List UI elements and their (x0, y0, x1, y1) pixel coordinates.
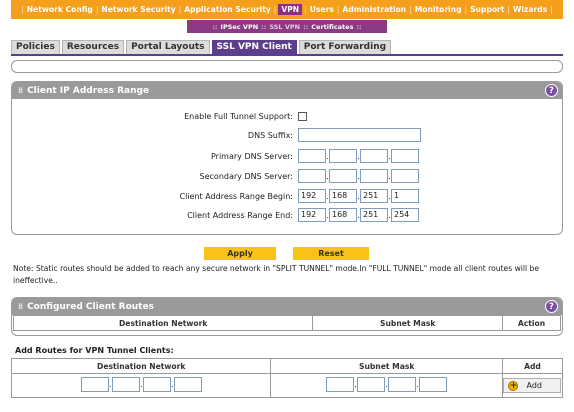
reset-button[interactable]: Reset (293, 247, 369, 260)
new-route-destination-cell: . . . (10, 373, 272, 398)
primary-dns-octet-1[interactable] (298, 149, 326, 163)
nav-administration[interactable]: Administration (341, 5, 407, 14)
add-col-destination: Destination Network (10, 358, 272, 374)
primary-dns-row: Primary DNS Server: . . . (12, 148, 419, 164)
tab-resources[interactable]: Resources (61, 40, 125, 54)
grip-icon: ⁞⁞ (18, 302, 23, 311)
new-dest-octet-4[interactable] (173, 377, 202, 392)
dns-suffix-row: DNS Suffix: (12, 127, 421, 143)
primary-dns-octet-2[interactable] (329, 149, 357, 163)
range-begin-octet-3[interactable]: 251 (360, 189, 388, 203)
add-route-button[interactable]: + Add (503, 378, 562, 393)
new-route-subnet-cell: . . . (270, 373, 503, 398)
nav-application-security[interactable]: Application Security (183, 5, 272, 14)
range-begin-row: Client Address Range Begin: 192 . 168 . … (12, 188, 419, 204)
nav-users[interactable]: Users (309, 5, 335, 14)
plus-icon: + (508, 380, 519, 391)
range-begin-label: Client Address Range Begin: (179, 191, 293, 201)
secondary-dns-label: Secondary DNS Server: (199, 171, 293, 181)
secondary-dns-octet-3[interactable] (360, 169, 388, 183)
add-routes-title: Add Routes for VPN Tunnel Clients: (15, 346, 174, 355)
client-routes-table: Destination Network Subnet Mask Action (12, 315, 561, 331)
range-end-octet-2[interactable]: 168 (329, 208, 357, 222)
message-strip (11, 60, 563, 73)
client-ip-title: Client IP Address Range (27, 85, 150, 96)
subnav-ssl-vpn[interactable]: SSL VPN (269, 23, 300, 31)
subnav-ipsec-vpn[interactable]: IPSec VPN (221, 23, 259, 31)
col-destination-network: Destination Network (12, 315, 314, 331)
help-icon[interactable]: ? (545, 84, 558, 97)
client-ip-header: ⁞⁞ Client IP Address Range ? (12, 82, 562, 99)
dns-suffix-input[interactable] (298, 128, 421, 142)
range-end-octet-4[interactable]: 254 (391, 208, 419, 222)
nav-wizards[interactable]: Wizards (512, 5, 548, 14)
new-dest-octet-1[interactable] (80, 377, 109, 392)
add-action-cell: + Add (501, 373, 564, 398)
top-nav: | Network Config | Network Security | Ap… (11, 0, 563, 19)
add-col-subnet: Subnet Mask (270, 358, 503, 374)
tab-underline (11, 54, 563, 56)
new-mask-octet-1[interactable] (326, 377, 355, 392)
subnav-certificates[interactable]: Certificates (311, 23, 353, 31)
tab-ssl-vpn-client[interactable]: SSL VPN Client (211, 40, 297, 54)
help-icon[interactable]: ? (545, 300, 558, 313)
range-end-octet-1[interactable]: 192 (298, 208, 326, 222)
client-routes-header: ⁞⁞ Configured Client Routes ? (12, 298, 562, 315)
add-col-add: Add (501, 358, 564, 374)
new-mask-octet-4[interactable] (419, 377, 448, 392)
range-end-label: Client Address Range End: (187, 210, 293, 220)
primary-dns-octet-3[interactable] (360, 149, 388, 163)
full-tunnel-label: Enable Full Tunnel Support: (184, 111, 293, 121)
col-action: Action (502, 315, 561, 331)
secondary-dns-row: Secondary DNS Server: . . . (12, 168, 419, 184)
nav-monitoring[interactable]: Monitoring (414, 5, 463, 14)
static-routes-note: Note: Static routes should be added to r… (13, 264, 540, 285)
tab-policies[interactable]: Policies (11, 40, 60, 54)
primary-dns-label: Primary DNS Server: (210, 151, 293, 161)
full-tunnel-checkbox[interactable] (298, 111, 307, 121)
client-routes-panel: ⁞⁞ Configured Client Routes ? Destinatio… (11, 297, 563, 336)
secondary-dns-octet-1[interactable] (298, 169, 326, 183)
client-ip-panel: ⁞⁞ Client IP Address Range ? Enable Full… (11, 81, 563, 235)
nav-vpn[interactable]: VPN (278, 4, 303, 15)
nav-network-security[interactable]: Network Security (100, 5, 176, 14)
tab-bar: Policies Resources Portal Layouts SSL VP… (11, 40, 392, 54)
secondary-dns-octet-4[interactable] (391, 169, 419, 183)
add-routes-table: Destination Network Subnet Mask Add . . … (10, 358, 564, 398)
tab-port-forwarding[interactable]: Port Forwarding (298, 40, 392, 54)
new-mask-octet-2[interactable] (357, 377, 386, 392)
range-end-row: Client Address Range End: 192 . 168 . 25… (12, 207, 419, 223)
nav-support[interactable]: Support (469, 5, 505, 14)
range-begin-octet-2[interactable]: 168 (329, 189, 357, 203)
secondary-dns-octet-2[interactable] (329, 169, 357, 183)
range-begin-octet-4[interactable]: 1 (391, 189, 419, 203)
range-begin-octet-1[interactable]: 192 (298, 189, 326, 203)
sub-nav: :: IPSec VPN :: SSL VPN :: Certificates … (187, 20, 387, 33)
new-dest-octet-3[interactable] (142, 377, 171, 392)
add-route-label: Add (526, 381, 542, 390)
new-dest-octet-2[interactable] (111, 377, 140, 392)
full-tunnel-row: Enable Full Tunnel Support: (12, 108, 307, 124)
grip-icon: ⁞⁞ (18, 86, 23, 95)
dns-suffix-label: DNS Suffix: (247, 130, 293, 140)
range-end-octet-3[interactable]: 251 (360, 208, 388, 222)
apply-button[interactable]: Apply (204, 247, 276, 260)
new-mask-octet-3[interactable] (388, 377, 417, 392)
primary-dns-octet-4[interactable] (391, 149, 419, 163)
col-subnet-mask: Subnet Mask (312, 315, 504, 331)
tab-portal-layouts[interactable]: Portal Layouts (126, 40, 210, 54)
nav-network-config[interactable]: Network Config (26, 5, 94, 14)
client-routes-title: Configured Client Routes (27, 301, 154, 312)
